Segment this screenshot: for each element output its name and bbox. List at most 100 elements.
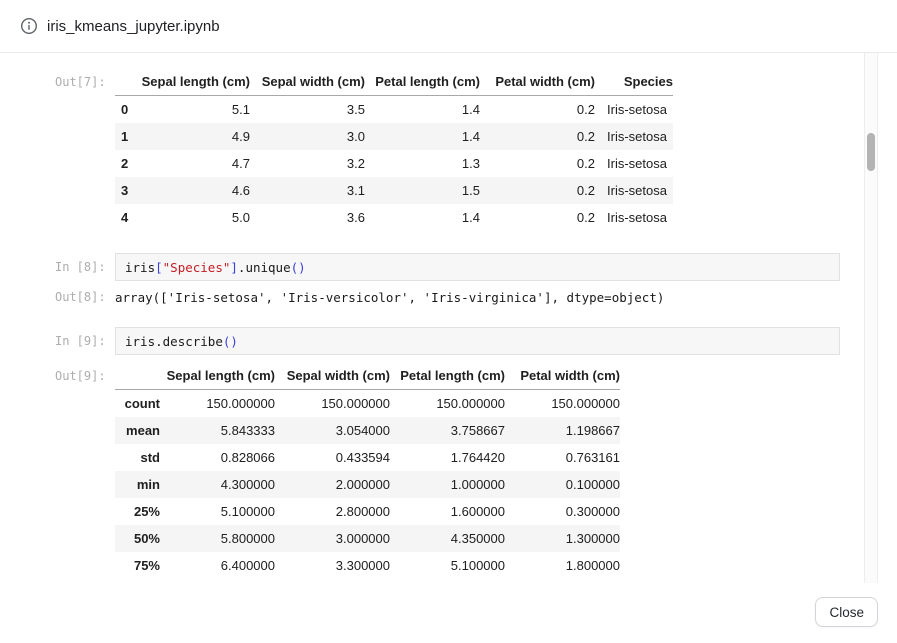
table-cell: 4.350000 [390,525,505,552]
table-cell: 0.300000 [505,498,620,525]
column-header: Sepal width (cm) [250,68,365,96]
table-cell: 75% [115,552,160,579]
table-cell: 4.300000 [160,471,275,498]
code-token-name: unique [245,260,290,275]
table-cell: 1.4 [365,204,480,231]
table-cell: Iris-setosa [595,204,673,231]
out9-table: Sepal length (cm)Sepal width (cm)Petal l… [115,362,620,579]
code-token-name: iris [125,334,155,349]
table-cell: 6.400000 [160,552,275,579]
table-cell: std [115,444,160,471]
file-preview-dialog: iris_kmeans_jupyter.ipynb Out[7]: Sepal … [0,0,897,643]
table-cell: 5.1 [137,96,250,124]
table-cell: 1.5 [365,177,480,204]
table-cell: 0.828066 [160,444,275,471]
column-header: Petal width (cm) [480,68,595,96]
table-cell: 5.0 [137,204,250,231]
column-header [115,68,137,96]
table-cell: Iris-setosa [595,177,673,204]
column-header: Sepal length (cm) [160,362,275,390]
dialog-title: iris_kmeans_jupyter.ipynb [47,18,220,35]
table-cell: 1.198667 [505,417,620,444]
table-cell: 4.7 [137,150,250,177]
column-header: Petal length (cm) [390,362,505,390]
table-cell: 0.100000 [505,471,620,498]
in9-label: In [9]: [0,327,115,348]
table-cell: 0.2 [480,123,595,150]
table-cell: 4 [115,204,137,231]
table-cell: 3.300000 [275,552,390,579]
column-header: Petal width (cm) [505,362,620,390]
table-cell: 0.2 [480,150,595,177]
table-cell: Iris-setosa [595,150,673,177]
code-token-name: describe [163,334,223,349]
table-cell: 0.2 [480,96,595,124]
code-token-punct: () [223,334,238,349]
table-row: 45.03.61.40.2Iris-setosa [115,204,673,231]
table-cell: 5.800000 [160,525,275,552]
title-bar: iris_kmeans_jupyter.ipynb [0,0,897,53]
info-icon [20,17,38,35]
cell-out9: Out[9]: Sepal length (cm)Sepal width (cm… [0,362,878,579]
code-token-name: . [238,260,246,275]
out7-table: Sepal length (cm)Sepal width (cm)Petal l… [115,68,673,231]
code-token-punct: ] [230,260,238,275]
table-cell: 3.758667 [390,417,505,444]
table-row: 25%5.1000002.8000001.6000000.300000 [115,498,620,525]
code-token-punct: () [291,260,306,275]
table-cell: count [115,390,160,418]
close-button[interactable]: Close [815,597,878,627]
table-cell: 150.000000 [160,390,275,418]
column-header [115,362,160,390]
table-cell: 1.764420 [390,444,505,471]
in9-code-cell: iris.describe() [115,327,840,355]
table-cell: 1.600000 [390,498,505,525]
in8-code-cell: iris["Species"].unique() [115,253,840,281]
table-cell: 3.1 [250,177,365,204]
table-row: 05.13.51.40.2Iris-setosa [115,96,673,124]
table-header-row: Sepal length (cm)Sepal width (cm)Petal l… [115,362,620,390]
table-row: count150.000000150.000000150.000000150.0… [115,390,620,418]
table-cell: 2.000000 [275,471,390,498]
table-cell: 1.4 [365,123,480,150]
table-cell: 1 [115,123,137,150]
out9-label: Out[9]: [0,362,115,383]
code-token-name: . [155,334,163,349]
dialog-footer: Close [0,583,897,643]
table-cell: 3.054000 [275,417,390,444]
table-cell: 5.843333 [160,417,275,444]
table-cell: 0.433594 [275,444,390,471]
table-cell: 3.0 [250,123,365,150]
table-cell: 2.800000 [275,498,390,525]
table-cell: 1.3 [365,150,480,177]
notebook-content: Out[7]: Sepal length (cm)Sepal width (cm… [0,53,878,583]
table-cell: 150.000000 [505,390,620,418]
table-cell: 50% [115,525,160,552]
in8-label: In [8]: [0,253,115,274]
column-header: Sepal length (cm) [137,68,250,96]
table-cell: 150.000000 [390,390,505,418]
column-header: Species [595,68,673,96]
table-cell: 25% [115,498,160,525]
table-cell: 3.5 [250,96,365,124]
table-cell: min [115,471,160,498]
table-cell: 3 [115,177,137,204]
cell-in9: In [9]: iris.describe() [0,327,878,355]
column-header: Sepal width (cm) [275,362,390,390]
table-cell: 4.6 [137,177,250,204]
table-row: 50%5.8000003.0000004.3500001.300000 [115,525,620,552]
cell-out7: Out[7]: Sepal length (cm)Sepal width (cm… [0,68,878,231]
scrollbar-thumb[interactable] [867,133,875,171]
table-row: 75%6.4000003.3000005.1000001.800000 [115,552,620,579]
table-cell: 1.800000 [505,552,620,579]
column-header: Petal length (cm) [365,68,480,96]
code-token-punct: [ [155,260,163,275]
table-cell: 4.9 [137,123,250,150]
scrollbar-track[interactable] [864,53,878,583]
table-cell: Iris-setosa [595,123,673,150]
table-cell: 1.000000 [390,471,505,498]
table-cell: 0.763161 [505,444,620,471]
table-cell: mean [115,417,160,444]
cell-out8: Out[8]: array(['Iris-setosa', 'Iris-vers… [0,288,878,305]
table-cell: Iris-setosa [595,96,673,124]
